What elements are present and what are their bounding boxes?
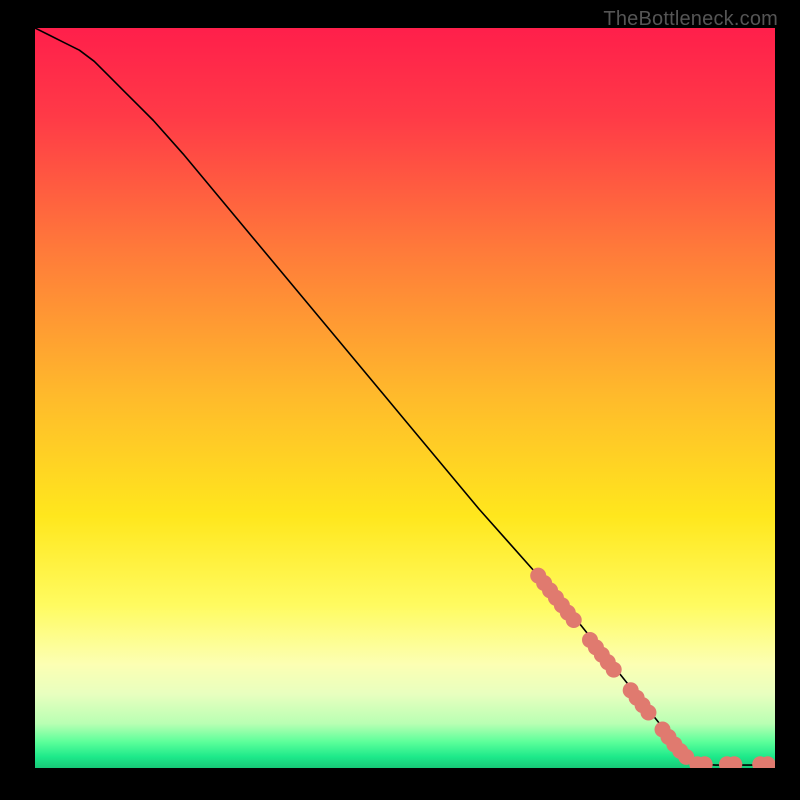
gradient-background bbox=[35, 28, 775, 768]
data-point bbox=[606, 662, 622, 678]
data-point bbox=[640, 705, 656, 721]
plot-svg bbox=[35, 28, 775, 768]
plot-area bbox=[35, 28, 775, 768]
chart-stage: TheBottleneck.com bbox=[0, 0, 800, 800]
data-point bbox=[566, 612, 582, 628]
